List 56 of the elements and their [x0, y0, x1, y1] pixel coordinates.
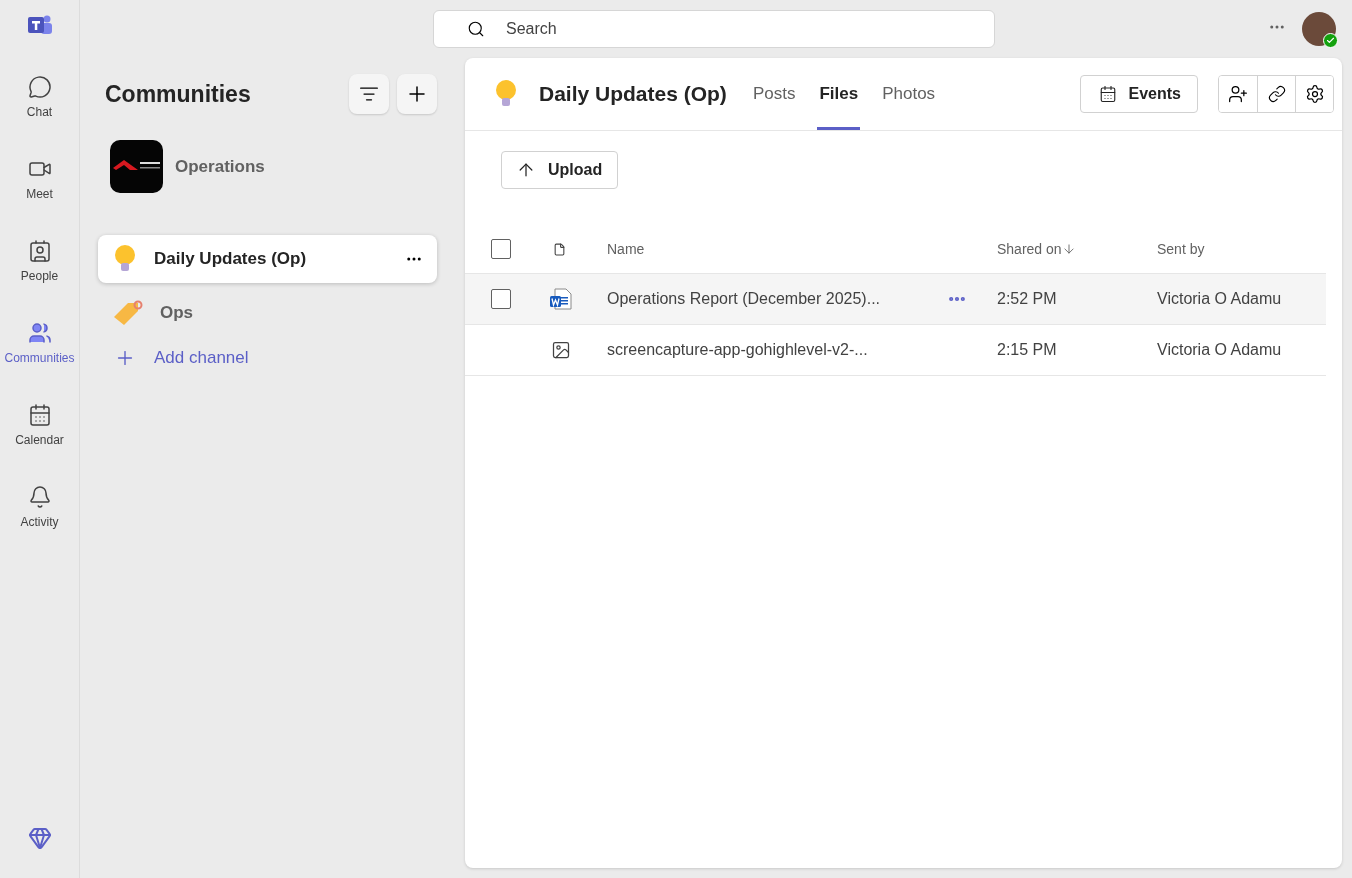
events-button[interactable]: Events — [1079, 75, 1198, 113]
column-header[interactable]: Name — [607, 241, 947, 257]
lightbulb-icon — [493, 79, 519, 109]
rail-item[interactable]: Calendar — [1, 384, 78, 466]
file-row[interactable]: Operations Report (December 2025)... 2:52 PM Victoria O Adamu — [465, 274, 1326, 325]
channel-name: Daily Updates (Op) — [154, 249, 308, 269]
tag-icon — [112, 300, 144, 326]
rail-item[interactable]: People — [1, 220, 78, 302]
row-checkbox[interactable] — [491, 289, 511, 309]
tab[interactable]: Photos — [880, 58, 938, 130]
sender-name: Victoria O Adamu — [1157, 290, 1283, 308]
rail-item[interactable]: Communities — [1, 302, 78, 384]
rail-item[interactable]: Chat — [1, 56, 78, 138]
rail-item[interactable]: Meet — [1, 138, 78, 220]
file-type-icon — [553, 242, 566, 256]
channel-name: Ops — [160, 303, 195, 323]
file-row[interactable]: screencapture-app-gohighlevel-v2-... 2:15 PM Victoria O Adamu — [465, 325, 1326, 376]
contact-card-icon — [27, 239, 52, 263]
calendar-icon — [1098, 85, 1117, 103]
settings-icon — [1304, 84, 1325, 104]
add-channel-link[interactable]: Add channel — [98, 343, 265, 373]
sender-name: Victoria O Adamu — [1157, 341, 1283, 359]
user-avatar[interactable] — [1302, 12, 1336, 46]
community-logo — [110, 140, 163, 193]
word-document-icon — [549, 287, 573, 311]
add-person-icon — [1228, 84, 1248, 104]
add-button[interactable] — [397, 74, 437, 114]
chat-bubble-icon — [27, 75, 52, 99]
select-all-checkbox[interactable] — [491, 239, 511, 259]
settings-button[interactable] — [1295, 76, 1333, 112]
community-name: Operations — [175, 156, 265, 177]
presence-dot — [1323, 33, 1338, 48]
search-field[interactable]: Search — [433, 10, 995, 48]
channel-title: Daily Updates (Op) — [539, 82, 727, 106]
channel-item[interactable]: Ops — [98, 289, 437, 337]
file-name[interactable]: screencapture-app-gohighlevel-v2-... — [607, 341, 947, 359]
tab[interactable]: Files — [817, 58, 861, 130]
upload-button[interactable]: Upload — [501, 151, 618, 189]
shared-time: 2:52 PM — [997, 290, 1058, 308]
people-group-icon — [27, 321, 52, 345]
search-icon — [467, 20, 485, 38]
column-header[interactable]: Shared on — [997, 241, 1157, 257]
calendar-icon — [27, 403, 52, 427]
shared-time: 2:15 PM — [997, 341, 1058, 359]
diamond-icon[interactable] — [27, 826, 52, 850]
bell-icon — [27, 485, 52, 509]
tab[interactable]: Posts — [750, 58, 798, 130]
lightbulb-icon — [112, 244, 138, 274]
rail-item[interactable]: Activity — [1, 466, 78, 548]
image-file-icon — [551, 340, 571, 360]
channel-item[interactable]: Daily Updates (Op) — [98, 235, 437, 283]
link-icon — [1267, 85, 1286, 103]
filter-button[interactable] — [349, 74, 389, 114]
file-name[interactable]: Operations Report (December 2025)... — [607, 290, 947, 308]
column-header[interactable]: Sent by — [1157, 241, 1326, 257]
sidebar-title: Communities — [105, 80, 252, 108]
